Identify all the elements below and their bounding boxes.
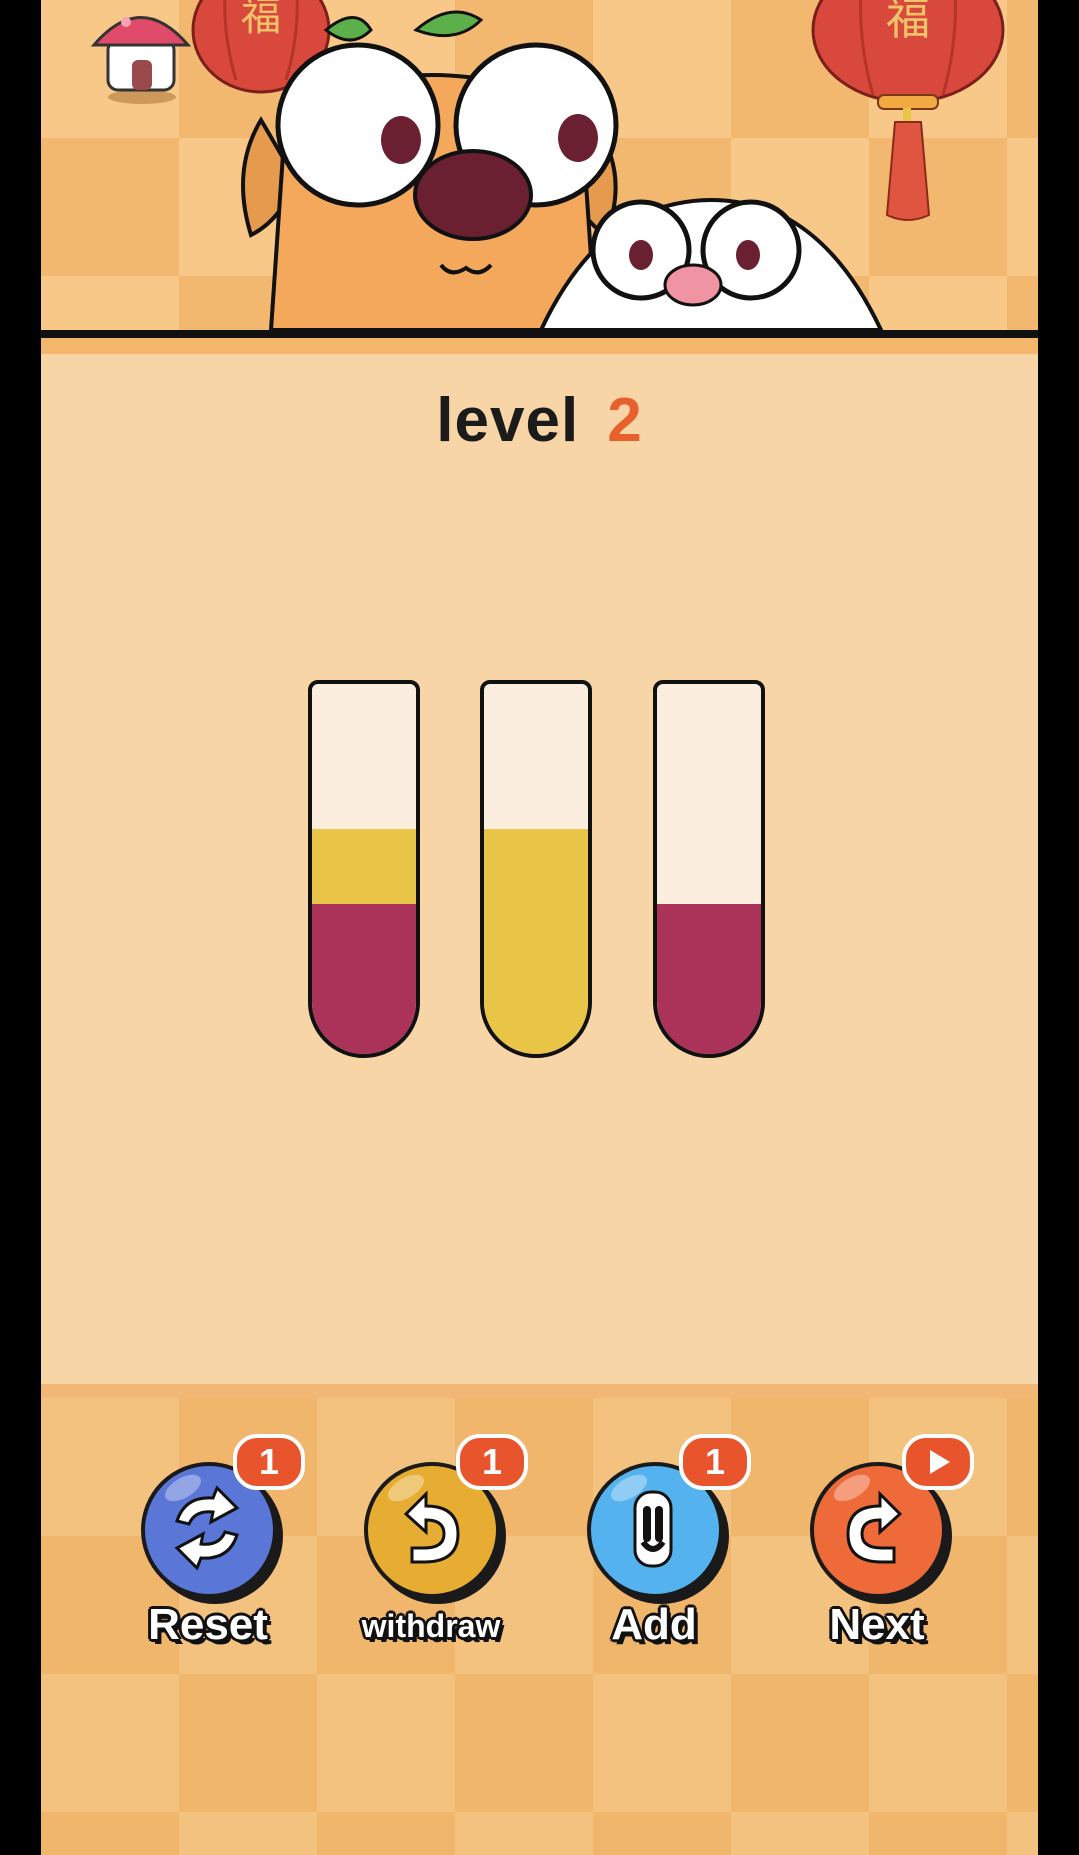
play-panel-edge: [41, 1384, 1038, 1398]
svg-text:福: 福: [886, 0, 930, 45]
withdraw-count-badge: 1: [456, 1434, 528, 1490]
play-icon: [930, 1450, 950, 1474]
top-banner: 福 福: [41, 0, 1038, 330]
reset-label: Reset: [148, 1600, 268, 1649]
add-tube-button[interactable]: 1 Add: [579, 1434, 751, 1662]
add-label: Add: [611, 1600, 697, 1649]
banner-divider: [41, 330, 1038, 338]
level-number: 2: [607, 386, 643, 455]
add-count-badge: 1: [679, 1434, 751, 1490]
liquid-layer: [312, 904, 416, 1054]
home-icon[interactable]: [86, 0, 196, 105]
reset-button[interactable]: 1 Reset: [133, 1434, 305, 1662]
game-stage: 福 福 level 2 1 Reset 1 withdraw 1 Add Nex…: [41, 0, 1038, 1855]
test-tube-2[interactable]: [480, 680, 592, 1058]
reset-count-badge: 1: [233, 1434, 305, 1490]
liquid-layer: [484, 829, 588, 1054]
test-tube-1[interactable]: [308, 680, 420, 1058]
banner-divider-band: [41, 338, 1038, 354]
level-indicator: level 2: [41, 385, 1038, 456]
liquid-layer: [657, 904, 761, 1054]
next-label: Next: [829, 1600, 925, 1649]
withdraw-label: withdraw: [361, 1608, 501, 1644]
test-tube-3[interactable]: [653, 680, 765, 1058]
level-label: level: [436, 386, 580, 455]
bunny-character-icon: [538, 198, 884, 330]
liquid-layer: [312, 829, 416, 904]
next-video-badge: [902, 1434, 974, 1490]
withdraw-button[interactable]: 1 withdraw: [356, 1434, 528, 1662]
next-level-button[interactable]: Next: [802, 1434, 974, 1662]
